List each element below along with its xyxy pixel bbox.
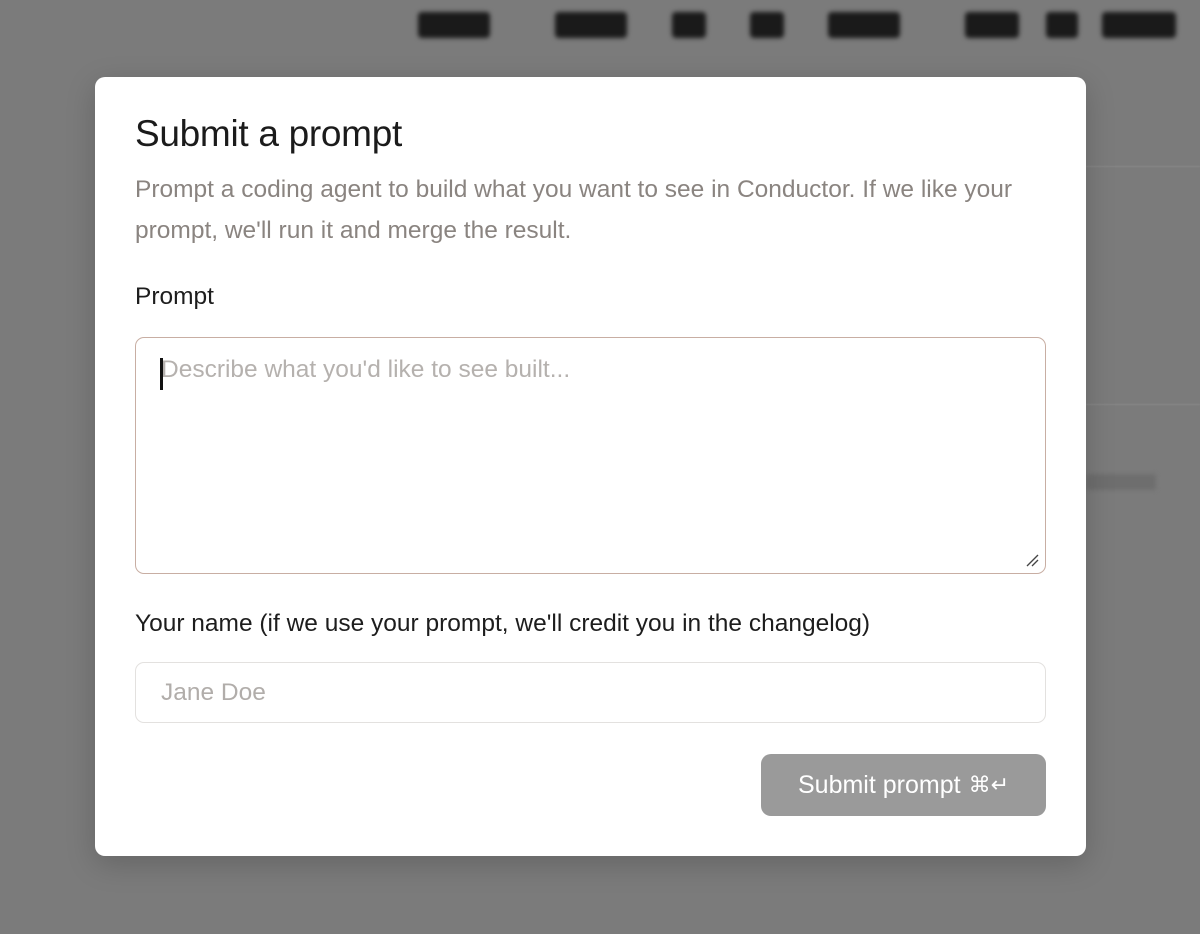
prompt-label: Prompt (135, 283, 214, 310)
background-nav-item (1102, 12, 1176, 38)
background-nav-item (828, 12, 900, 38)
submit-prompt-button[interactable]: Submit prompt ⌘↵ (761, 754, 1046, 816)
background-divider (1086, 404, 1200, 405)
submit-button-label: Submit prompt (798, 770, 961, 799)
background-nav (0, 8, 1200, 44)
prompt-field[interactable] (135, 337, 1046, 574)
background-nav-item (418, 12, 490, 38)
submit-prompt-dialog: Submit a prompt Prompt a coding agent to… (95, 77, 1086, 856)
background-nav-item (965, 12, 1019, 38)
background-text (1086, 474, 1156, 490)
background-nav-item (555, 12, 627, 38)
text-cursor (160, 358, 163, 390)
background-nav-item (750, 12, 784, 38)
keyboard-shortcut-icon: ⌘↵ (968, 772, 1009, 798)
background-nav-item (672, 12, 706, 38)
background-divider (1086, 166, 1200, 167)
background-nav-item (1046, 12, 1078, 38)
dialog-description: Prompt a coding agent to build what you … (135, 176, 1013, 244)
dialog-title: Submit a prompt (135, 113, 402, 154)
name-input[interactable] (135, 662, 1046, 723)
name-label: Your name (if we use your prompt, we'll … (135, 610, 871, 637)
prompt-textarea[interactable] (136, 338, 1045, 573)
resize-handle-icon[interactable] (1025, 553, 1039, 567)
